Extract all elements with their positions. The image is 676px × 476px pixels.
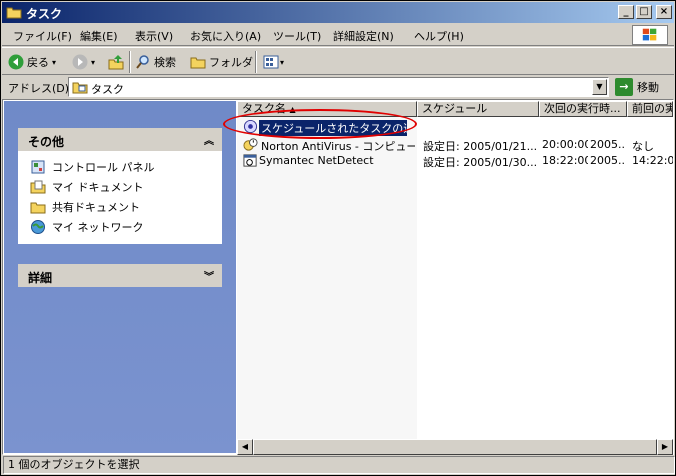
back-button[interactable]: 戻る ▾ bbox=[8, 53, 56, 71]
back-arrow-icon bbox=[8, 54, 24, 70]
views-icon bbox=[263, 55, 279, 69]
up-folder-button[interactable] bbox=[108, 53, 124, 71]
column-label: タスク名 bbox=[242, 102, 286, 115]
task-schedule: 設定日: 2005/01/21... bbox=[423, 140, 538, 153]
my-documents-icon bbox=[30, 180, 46, 194]
go-button[interactable]: → 移動 bbox=[615, 78, 671, 96]
maximize-button[interactable]: □ bbox=[636, 5, 652, 19]
tasks-folder-icon bbox=[72, 82, 88, 94]
link-label: マイ ドキュメント bbox=[52, 181, 144, 194]
shared-folder-icon bbox=[30, 202, 46, 214]
task-list-view: タスク名 ▲ スケジュール 次回の実行時... 前回の実行 スケジュールされたタ… bbox=[237, 101, 673, 455]
details-title: 詳細 bbox=[28, 271, 53, 285]
address-value: タスク bbox=[91, 83, 124, 96]
menu-favorites[interactable]: お気に入り(A) bbox=[190, 28, 261, 44]
horizontal-scrollbar[interactable]: ◀ ▶ bbox=[237, 439, 673, 455]
folder-icon bbox=[6, 7, 22, 19]
task-next-date: 2005... bbox=[590, 154, 624, 167]
add-task-icon bbox=[243, 119, 258, 134]
table-row[interactable]: Symantec NetDetect 設定日: 2005/01/30... 18… bbox=[237, 153, 673, 169]
other-places-header[interactable]: その他 ︽ bbox=[18, 128, 222, 151]
link-label: コントロール パネル bbox=[52, 161, 155, 174]
collapse-chevron-icon[interactable]: ︽ bbox=[204, 132, 214, 147]
back-label: 戻る bbox=[27, 56, 49, 69]
scroll-left-button[interactable]: ◀ bbox=[237, 439, 253, 455]
scroll-thumb[interactable] bbox=[253, 439, 657, 455]
menu-help[interactable]: ヘルプ(H) bbox=[414, 28, 464, 44]
back-dropdown-icon[interactable]: ▾ bbox=[52, 58, 56, 67]
scroll-right-button[interactable]: ▶ bbox=[657, 439, 673, 455]
address-input[interactable]: タスク ▼ bbox=[68, 77, 609, 97]
menu-tools[interactable]: ツール(T) bbox=[273, 28, 321, 44]
toolbar-separator bbox=[129, 51, 131, 73]
task-name: Symantec NetDetect bbox=[259, 154, 374, 167]
task-last-run: なし bbox=[632, 140, 654, 153]
go-arrow-icon: → bbox=[615, 78, 633, 96]
close-button[interactable]: × bbox=[656, 5, 672, 19]
column-schedule[interactable]: スケジュール bbox=[417, 101, 539, 117]
status-bar: 1 個のオブジェクトを選択 bbox=[2, 456, 675, 474]
menu-view[interactable]: 表示(V) bbox=[135, 28, 173, 44]
menu-bar: ファイル(F) 編集(E) 表示(V) お気に入り(A) ツール(T) 詳細設定… bbox=[2, 24, 674, 46]
table-row[interactable]: スケジュールされたタスクの追加 bbox=[237, 119, 673, 136]
control-panel-icon bbox=[31, 160, 45, 174]
link-control-panel[interactable]: コントロール パネル bbox=[30, 157, 222, 177]
sort-ascending-icon: ▲ bbox=[289, 105, 296, 114]
forward-dropdown-icon[interactable]: ▾ bbox=[91, 58, 95, 67]
minimize-button[interactable]: _ bbox=[618, 5, 634, 19]
forward-button[interactable]: ▾ bbox=[72, 53, 95, 71]
address-dropdown-button[interactable]: ▼ bbox=[592, 79, 607, 95]
windows-logo-icon bbox=[632, 25, 668, 45]
details-header[interactable]: 詳細 ︾ bbox=[18, 264, 222, 287]
menu-advanced[interactable]: 詳細設定(N) bbox=[333, 28, 394, 44]
task-name: Norton AntiVirus - コンピュー... bbox=[261, 140, 415, 153]
task-schedule: 設定日: 2005/01/30... bbox=[423, 156, 538, 169]
address-bar: アドレス(D) タスク ▼ → 移動 bbox=[2, 76, 674, 98]
go-label: 移動 bbox=[637, 81, 659, 94]
search-label: 検索 bbox=[154, 56, 176, 69]
views-button[interactable]: ▾ bbox=[263, 53, 284, 71]
up-folder-icon bbox=[108, 55, 124, 70]
address-label: アドレス(D) bbox=[8, 82, 70, 95]
link-my-documents[interactable]: マイ ドキュメント bbox=[30, 177, 222, 197]
forward-arrow-icon bbox=[72, 54, 88, 70]
task-next-date: 2005... bbox=[590, 138, 624, 151]
other-places-body: コントロール パネル マイ ドキュメント 共有ドキュメント マイ ネットワーク bbox=[18, 151, 222, 244]
task-last-time: 14:22:00 bbox=[632, 154, 673, 167]
expand-chevron-icon[interactable]: ︾ bbox=[204, 268, 214, 283]
explorer-window: タスク _ □ × ファイル(F) 編集(E) 表示(V) お気に入り(A) ツ… bbox=[0, 0, 676, 476]
other-places-group: その他 ︽ コントロール パネル マイ ドキュメント 共有ドキュメント マイ ネ… bbox=[18, 128, 222, 244]
column-task-name[interactable]: タスク名 ▲ bbox=[237, 101, 417, 117]
status-text: 1 個のオブジェクトを選択 bbox=[3, 456, 675, 474]
task-pane: その他 ︽ コントロール パネル マイ ドキュメント 共有ドキュメント マイ ネ… bbox=[4, 101, 236, 453]
menu-file[interactable]: ファイル(F) bbox=[13, 28, 72, 44]
folders-label: フォルダ bbox=[209, 56, 253, 69]
folders-icon bbox=[190, 57, 206, 69]
search-button[interactable]: 検索 bbox=[135, 53, 176, 71]
folders-button[interactable]: フォルダ bbox=[190, 53, 253, 71]
main-content: その他 ︽ コントロール パネル マイ ドキュメント 共有ドキュメント マイ ネ… bbox=[2, 99, 674, 455]
other-places-title: その他 bbox=[28, 135, 65, 149]
search-icon bbox=[136, 55, 149, 69]
column-last-run[interactable]: 前回の実行 bbox=[627, 101, 673, 117]
title-bar[interactable]: タスク _ □ × bbox=[2, 2, 674, 23]
toolbar: 戻る ▾ ▾ 検索 フォルダ ▾ bbox=[2, 47, 674, 75]
link-label: 共有ドキュメント bbox=[52, 201, 140, 214]
details-group: 詳細 ︾ bbox=[18, 264, 222, 287]
task-next-time: 20:00:00 bbox=[542, 138, 588, 151]
table-row[interactable]: Norton AntiVirus - コンピュー... 設定日: 2005/01… bbox=[237, 137, 673, 153]
scheduled-task-icon bbox=[243, 154, 257, 167]
network-globe-icon bbox=[31, 220, 45, 234]
column-next-run[interactable]: 次回の実行時... bbox=[539, 101, 627, 117]
task-name: スケジュールされたタスクの追加 bbox=[259, 120, 407, 136]
menu-edit[interactable]: 編集(E) bbox=[80, 28, 118, 44]
window-title: タスク bbox=[26, 7, 63, 21]
task-next-time: 18:22:00 bbox=[542, 154, 588, 167]
scheduled-task-icon bbox=[243, 138, 258, 151]
link-shared-documents[interactable]: 共有ドキュメント bbox=[30, 197, 222, 217]
link-my-network[interactable]: マイ ネットワーク bbox=[30, 217, 222, 237]
toolbar-separator bbox=[255, 51, 257, 73]
link-label: マイ ネットワーク bbox=[52, 221, 144, 234]
views-dropdown-icon: ▾ bbox=[280, 57, 285, 67]
